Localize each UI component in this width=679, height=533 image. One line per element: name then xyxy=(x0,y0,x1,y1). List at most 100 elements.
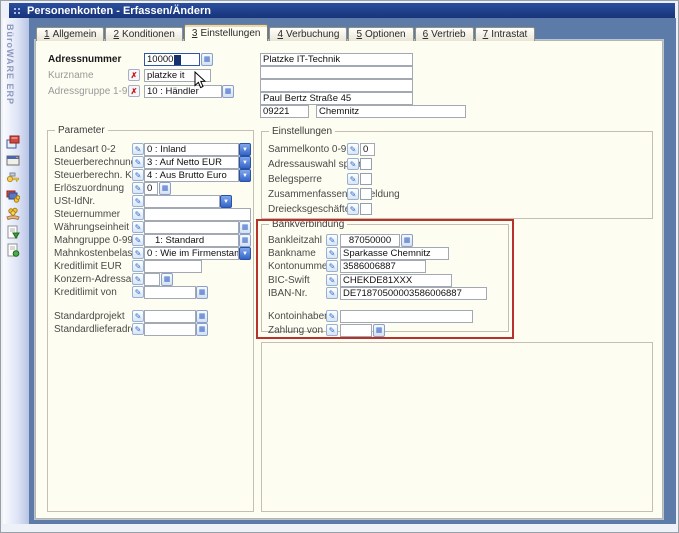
landesart-select[interactable]: 0 : Inland xyxy=(144,143,239,156)
bic-swift-input[interactable]: CHEKDE81XXX xyxy=(340,274,452,287)
adressauswahl-sperren-checkbox[interactable] xyxy=(360,158,372,170)
iban-input[interactable]: DE71870500003586006887 xyxy=(340,287,487,300)
cards-coins-icon[interactable] xyxy=(6,189,20,203)
standardlieferadresse-lookup-button[interactable]: ▦ xyxy=(196,323,208,336)
company-name3-input[interactable] xyxy=(260,79,413,92)
card-index-icon[interactable] xyxy=(6,135,20,149)
short-name-input[interactable]: platzke it xyxy=(144,69,211,82)
bankleitzahl-lookup-button[interactable]: ▦ xyxy=(401,234,413,247)
tab-vertrieb[interactable]: 6Vertrieb xyxy=(415,27,474,41)
hand-coins-icon[interactable] xyxy=(6,207,20,221)
bankname-input[interactable]: Sparkasse Chemnitz xyxy=(340,247,449,260)
window-icon[interactable] xyxy=(6,153,20,167)
street-input[interactable]: Paul Bertz Straße 45 xyxy=(260,92,413,105)
steuerberechn-kasse-select[interactable]: 4 : Aus Brutto Euro xyxy=(144,169,239,182)
kreditlimit-von-lookup-button[interactable]: ▦ xyxy=(196,286,208,299)
zip-input[interactable]: 09221 xyxy=(260,105,309,118)
edit-field-icon[interactable]: ✎ xyxy=(132,234,144,246)
edit-field-icon[interactable]: ✎ xyxy=(326,287,338,299)
address-group-select[interactable]: 10 : Händler xyxy=(144,85,222,98)
dropdown-arrow-icon[interactable]: ▼ xyxy=(239,156,251,169)
zahlung-von-input[interactable] xyxy=(340,324,372,337)
mahngruppe-input[interactable]: 1: Standard xyxy=(144,234,239,247)
steuernummer-input[interactable] xyxy=(144,208,251,221)
tab-verbuchung[interactable]: 4Verbuchung xyxy=(269,27,347,41)
edit-field-icon[interactable]: ✎ xyxy=(132,156,144,168)
edit-field-icon[interactable]: ✎ xyxy=(132,195,144,207)
edit-field-icon[interactable]: ✎ xyxy=(326,274,338,286)
dreiecksgeschaefte-checkbox[interactable] xyxy=(360,203,372,215)
edit-field-icon[interactable]: ✎ xyxy=(326,324,338,336)
city-input[interactable]: Chemnitz xyxy=(316,105,466,118)
edit-field-icon[interactable]: ✎ xyxy=(326,247,338,259)
address-number-lookup-button[interactable]: ▦ xyxy=(201,53,213,66)
edit-field-icon[interactable]: ✎ xyxy=(132,323,144,335)
bankleitzahl-label: Bankleitzahl xyxy=(268,234,322,247)
clear-field-icon[interactable]: ✗ xyxy=(128,85,140,97)
bankleitzahl-input[interactable]: 87050000 xyxy=(340,234,400,247)
edit-field-icon[interactable]: ✎ xyxy=(132,273,144,285)
verified-document-icon[interactable] xyxy=(6,243,20,257)
clear-field-icon[interactable]: ✗ xyxy=(128,69,140,81)
export-document-icon[interactable] xyxy=(6,225,20,239)
erloeszuordnung-lookup-button[interactable]: ▦ xyxy=(159,182,171,195)
tab-einstellungen[interactable]: 3Einstellungen xyxy=(184,24,269,41)
edit-field-icon[interactable]: ✎ xyxy=(132,247,144,259)
erloeszuordnung-input[interactable]: 0 xyxy=(144,182,158,195)
standardprojekt-input[interactable] xyxy=(144,310,196,323)
sammelkonto-input[interactable]: 0 xyxy=(360,143,375,156)
belegsperre-checkbox[interactable] xyxy=(360,173,372,185)
edit-field-icon[interactable]: ✎ xyxy=(347,143,359,155)
standardprojekt-lookup-button[interactable]: ▦ xyxy=(196,310,208,323)
dropdown-arrow-icon[interactable]: ▼ xyxy=(239,247,251,260)
konzern-adressart-input[interactable] xyxy=(144,273,160,286)
edit-field-icon[interactable]: ✎ xyxy=(132,221,144,233)
edit-field-icon[interactable]: ✎ xyxy=(132,208,144,220)
edit-field-icon[interactable]: ✎ xyxy=(347,158,359,170)
edit-field-icon[interactable]: ✎ xyxy=(347,188,359,200)
zusammenfassende-meldung-label: Zusammenfassende Meldung xyxy=(268,188,400,201)
mahnkostenbelastung-select[interactable]: 0 : Wie im Firmenstamm eing xyxy=(144,247,239,260)
standardlieferadresse-input[interactable] xyxy=(144,323,196,336)
kontoinhaber-input[interactable] xyxy=(340,310,473,323)
waehrungseinheit-input[interactable] xyxy=(144,221,239,234)
edit-field-icon[interactable]: ✎ xyxy=(132,260,144,272)
edit-field-icon[interactable]: ✎ xyxy=(326,260,338,272)
main-area: 1Allgemein 2Konditionen 3Einstellungen 4… xyxy=(29,18,676,524)
ust-idnr-select[interactable] xyxy=(144,195,220,208)
edit-field-icon[interactable]: ✎ xyxy=(132,286,144,298)
dropdown-arrow-icon[interactable]: ▼ xyxy=(220,195,232,208)
dropdown-arrow-icon[interactable]: ▼ xyxy=(239,143,251,156)
edit-field-icon[interactable]: ✎ xyxy=(326,310,338,322)
kreditlimit-von-input[interactable] xyxy=(144,286,196,299)
edit-field-icon[interactable]: ✎ xyxy=(132,169,144,181)
tab-allgemein[interactable]: 1Allgemein xyxy=(36,27,104,41)
edit-field-icon[interactable]: ✎ xyxy=(326,234,338,246)
kreditlimit-eur-input[interactable] xyxy=(144,260,202,273)
tab-konditionen[interactable]: 2Konditionen xyxy=(105,27,182,41)
zusammenfassende-meldung-checkbox[interactable] xyxy=(360,188,372,200)
dreiecksgeschaefte-label: Dreiecksgeschäfte xyxy=(268,203,350,216)
zahlung-von-lookup-button[interactable]: ▦ xyxy=(373,324,385,337)
edit-field-icon[interactable]: ✎ xyxy=(132,310,144,322)
edit-field-icon[interactable]: ✎ xyxy=(132,182,144,194)
mahngruppe-lookup-button[interactable]: ▦ xyxy=(239,234,251,247)
kontonummer-input[interactable]: 3586006887 xyxy=(340,260,426,273)
dropdown-arrow-icon[interactable]: ▼ xyxy=(239,169,251,182)
edit-field-icon[interactable]: ✎ xyxy=(132,143,144,155)
key-icon[interactable] xyxy=(6,171,20,185)
address-group-lookup-button[interactable]: ▦ xyxy=(222,85,234,98)
erloeszuordnung-label: Erlöszuordnung xyxy=(54,182,124,195)
tab-intrastat[interactable]: 7Intrastat xyxy=(475,27,536,41)
address-number-input[interactable]: 10000 xyxy=(144,53,200,66)
steuerberechnung-select[interactable]: 3 : Auf Netto EUR xyxy=(144,156,239,169)
company-name2-input[interactable] xyxy=(260,66,413,79)
edit-field-icon[interactable]: ✎ xyxy=(347,203,359,215)
edit-field-icon[interactable]: ✎ xyxy=(347,173,359,185)
konzern-adressart-lookup-button[interactable]: ▦ xyxy=(161,273,173,286)
waehrungseinheit-lookup-button[interactable]: ▦ xyxy=(239,221,251,234)
tab-optionen[interactable]: 5Optionen xyxy=(348,27,413,41)
kontonummer-label: Kontonummer xyxy=(268,260,331,273)
brand-vertical-label: BüroWARE ERP xyxy=(5,24,15,144)
company-name-input[interactable]: Platzke IT-Technik xyxy=(260,53,413,66)
